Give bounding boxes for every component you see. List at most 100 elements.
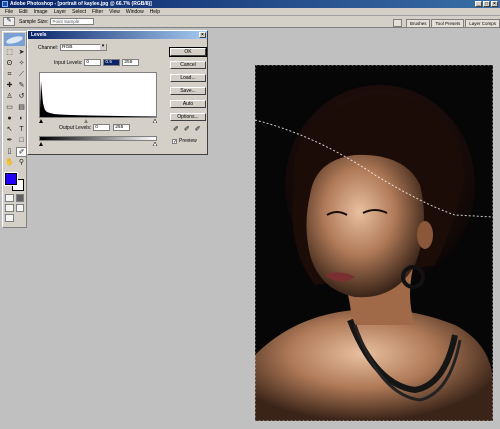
brush-icon[interactable]: ✎ [16, 81, 27, 91]
menu-filter[interactable]: Filter [89, 8, 106, 16]
eraser-icon[interactable]: ▭ [4, 103, 15, 113]
maximize-button[interactable]: □ [483, 1, 490, 7]
preview-checkbox[interactable]: ✓ [172, 138, 177, 144]
type-icon[interactable]: T [16, 125, 27, 135]
preview-label: Preview [179, 138, 197, 144]
pen-icon[interactable]: ✒ [4, 136, 15, 146]
input-slider[interactable] [39, 118, 157, 123]
input-gamma-field[interactable]: 0.5 [103, 59, 121, 66]
document-canvas[interactable] [255, 65, 493, 421]
foreground-color-swatch[interactable] [4, 172, 18, 186]
mask-mode-row [3, 192, 26, 202]
dodge-icon[interactable]: ◐ [16, 114, 27, 124]
hand-icon[interactable]: ✋ [4, 158, 15, 168]
file-browser-icon[interactable] [392, 19, 402, 27]
input-black-field[interactable]: 0 [84, 59, 102, 66]
output-levels-label: Output Levels: [59, 124, 92, 131]
white-point-handle [152, 118, 157, 123]
screen-mode-row [3, 202, 26, 212]
magic-wand-icon[interactable]: ✧ [16, 59, 27, 69]
output-slider[interactable] [39, 141, 157, 146]
dialog-title-bar[interactable]: Levels × [28, 31, 207, 39]
tab-tool-presets[interactable]: Tool Presets [431, 19, 465, 27]
menu-window[interactable]: Window [123, 8, 147, 16]
menu-view[interactable]: View [106, 8, 123, 16]
histogram [39, 72, 157, 118]
photoshop-icon [2, 1, 8, 7]
menu-bar: File Edit Image Layer Select Filter View… [0, 8, 500, 16]
ok-button[interactable]: OK [169, 47, 207, 57]
close-button[interactable]: × [491, 1, 498, 7]
color-swatches [4, 172, 25, 192]
preview-checkbox-row: ✓ Preview [172, 138, 199, 144]
dialog-close-button[interactable]: × [199, 32, 206, 38]
slice-icon[interactable]: ⟋ [16, 70, 27, 80]
menu-edit[interactable]: Edit [16, 8, 31, 16]
toolbox: ⬚ ➤ ʘ ✧ ⌗ ⟋ ✚ ✎ ♙ ↺ ▭ ▤ ● ◐ ↖ T ✒ □ ▯ ✐ … [2, 31, 27, 228]
history-brush-icon[interactable]: ↺ [16, 92, 27, 102]
palette-well: Brushes Tool Presets Layer Comps [392, 18, 500, 27]
move-icon[interactable]: ➤ [16, 48, 27, 58]
black-point-handle [39, 119, 43, 123]
crop-icon[interactable]: ⌗ [4, 70, 15, 80]
output-white-handle [152, 141, 157, 146]
input-levels-label: Input Levels: [54, 59, 83, 66]
photo-image [255, 65, 493, 421]
screen-mode-standard-icon[interactable] [5, 204, 14, 212]
jump-to-imageready-icon[interactable] [5, 214, 14, 222]
dialog-title: Levels [31, 32, 47, 38]
tab-brushes[interactable]: Brushes [405, 19, 431, 27]
healing-brush-icon[interactable]: ✚ [4, 81, 15, 91]
menu-help[interactable]: Help [147, 8, 163, 16]
auto-button[interactable]: Auto [170, 100, 206, 108]
eyedropper-tool-icon[interactable]: ✐ [16, 147, 27, 157]
output-white-field[interactable]: 255 [113, 124, 131, 131]
black-eyedropper-icon[interactable]: ✐ [173, 126, 179, 134]
feather-logo-icon [5, 34, 24, 45]
marquee-icon[interactable]: ⬚ [4, 48, 15, 58]
channel-label: Channel: [38, 44, 59, 51]
cancel-button[interactable]: Cancel [170, 61, 206, 69]
load-button[interactable]: Load... [170, 74, 206, 82]
tab-layer-comps[interactable]: Layer Comps [465, 19, 500, 27]
output-black-field[interactable]: 0 [93, 124, 111, 131]
menu-layer[interactable]: Layer [51, 8, 70, 16]
sample-size-label: Sample Size: [19, 18, 49, 25]
options-button[interactable]: Options... [170, 113, 206, 121]
output-levels-row: Output Levels: 0 255 [59, 124, 131, 131]
screen-mode-full-icon[interactable] [15, 204, 24, 212]
channel-select[interactable]: RGB [60, 44, 108, 51]
gradient-icon[interactable]: ▤ [16, 103, 27, 113]
minimize-button[interactable]: _ [475, 1, 482, 7]
lasso-icon[interactable]: ʘ [4, 59, 15, 69]
histogram-graph [40, 81, 156, 117]
quick-mask-icon[interactable] [15, 194, 24, 202]
notes-icon[interactable]: ▯ [4, 147, 15, 157]
toolbox-header[interactable] [4, 33, 25, 46]
clone-stamp-icon[interactable]: ♙ [4, 92, 15, 102]
gamma-handle [84, 119, 88, 123]
white-eyedropper-icon[interactable]: ✐ [195, 126, 201, 134]
gray-eyedropper-icon[interactable]: ✐ [184, 126, 190, 134]
output-black-handle [39, 142, 43, 146]
path-selection-icon[interactable]: ↖ [4, 125, 15, 135]
shape-icon[interactable]: □ [16, 136, 27, 146]
sample-size-select[interactable]: Point Sample [50, 18, 95, 25]
channel-row: Channel: RGB [38, 44, 108, 51]
menu-file[interactable]: File [2, 8, 16, 16]
menu-image[interactable]: Image [31, 8, 51, 16]
jump-row [3, 212, 26, 222]
zoom-icon[interactable]: ⚲ [16, 158, 27, 168]
eyedropper-icon: ✎ [6, 18, 12, 24]
tool-preset-picker[interactable]: ✎ [3, 17, 15, 26]
save-button[interactable]: Save... [170, 87, 206, 95]
window-controls: _ □ × [475, 1, 498, 7]
tool-grid: ⬚ ➤ ʘ ✧ ⌗ ⟋ ✚ ✎ ♙ ↺ ▭ ▤ ● ◐ ↖ T ✒ □ ▯ ✐ … [3, 47, 27, 169]
levels-dialog: Levels × Channel: RGB Input Levels: 0 0.… [27, 30, 208, 155]
input-white-field[interactable]: 255 [122, 59, 140, 66]
eyedropper-group: ✐ ✐ ✐ [173, 126, 201, 134]
standard-mode-icon[interactable] [5, 194, 14, 202]
menu-select[interactable]: Select [69, 8, 89, 16]
input-levels-row: Input Levels: 0 0.5 255 [54, 59, 140, 66]
blur-icon[interactable]: ● [4, 114, 15, 124]
